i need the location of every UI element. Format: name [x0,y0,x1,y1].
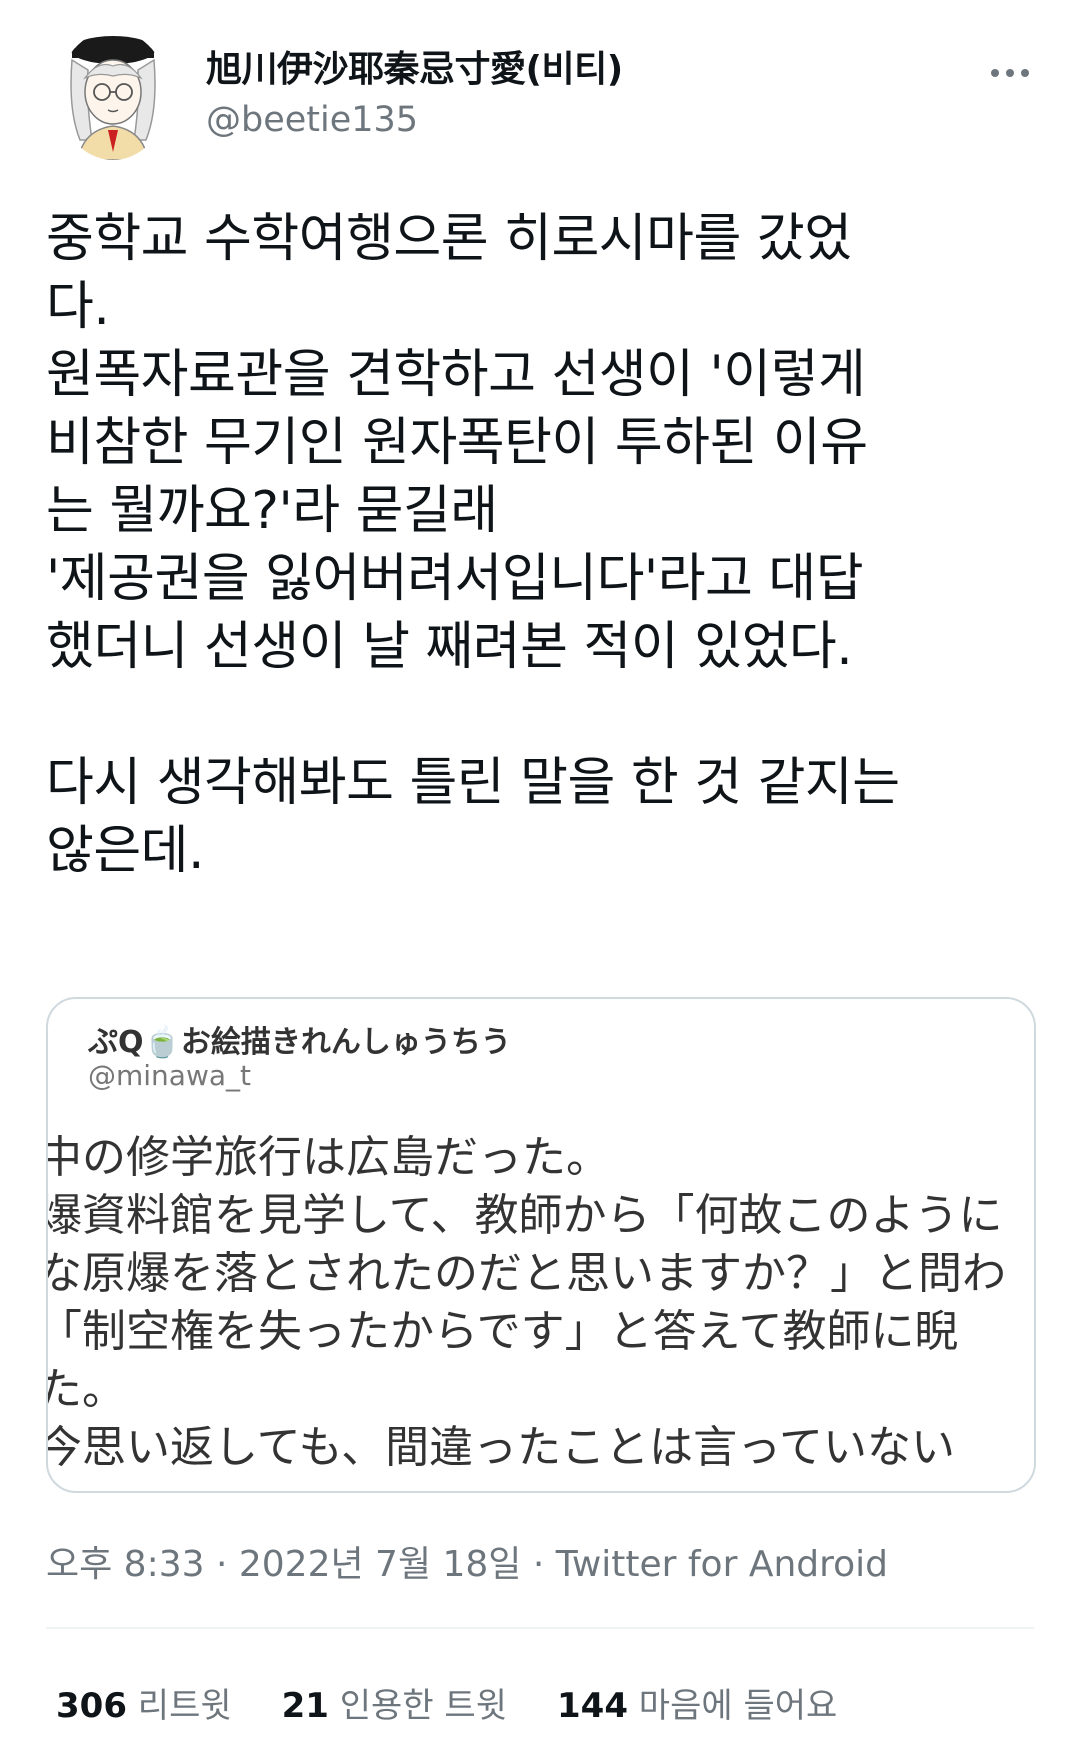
retweet-count-label: 리트윗 [137,1686,232,1726]
quoted-author-name-text: ぷQ🍵お絵描きれんしゅうちう [88,1025,511,1060]
quote-tweet-count[interactable]: 21 인용한 트윗 [282,1678,507,1727]
retweet-count-number: 306 [56,1686,127,1726]
like-count-label: 마음에 들어요 [638,1686,838,1726]
tweet-stats: 306 리트윗 21 인용한 트윗 144 마음에 들어요 [56,1678,837,1727]
tweet-timestamp[interactable]: 오후 8:33 · 2022년 7월 18일 [46,1544,521,1585]
quoted-tweet-text: 中の修学旅行は広島だった。 爆資料館を見学して、教師から「何故このように な原爆… [46,1129,1034,1477]
quote-tweet-count-label: 인용한 트윗 [339,1686,507,1726]
meta-separator: · [521,1544,556,1585]
quoted-author-handle: @minawa_t [88,1059,251,1092]
divider [46,1627,1034,1629]
quoted-line: な原爆を落とされたのだと思いますか？」と問わ [46,1248,1006,1299]
quoted-author-display-name: ぷQ🍵お絵描きれんしゅうちう [88,1017,511,1061]
retweet-count[interactable]: 306 리트윗 [56,1678,232,1727]
tweet-source[interactable]: Twitter for Android [556,1544,888,1585]
quoted-line: 「制空権を失ったからです」と答えて教師に睨 [46,1306,959,1357]
tweet-meta: 오후 8:33 · 2022년 7월 18일 · Twitter for And… [46,1535,888,1587]
author-display-name[interactable]: 旭川伊沙耶秦忌寸愛(비티) [206,40,623,92]
more-options-icon[interactable] [985,58,1035,88]
quote-tweet-count-number: 21 [281,1686,329,1726]
quoted-line: た。 [46,1364,126,1415]
author-handle[interactable]: @beetie135 [206,100,418,140]
quoted-line: 中の修学旅行は広島だった。 [46,1132,610,1183]
quoted-tweet-card[interactable]: ぷQ🍵お絵描きれんしゅうちう @minawa_t 中の修学旅行は広島だった。 爆… [46,997,1036,1493]
quoted-line: 今思い返しても、間違ったことは言っていない [46,1422,955,1473]
tweet-text: 중학교 수학여행으론 히로시마를 갔었 다. 원폭자료관을 견학하고 선생이 '… [46,209,900,881]
quoted-line: 爆資料館を見学して、教師から「何故このように [46,1190,1003,1241]
like-count[interactable]: 144 마음에 들어요 [557,1678,837,1727]
tweet-header: 旭川伊沙耶秦忌寸愛(비티) @beetie135 [0,0,1080,170]
anime-girl-avatar-icon[interactable] [58,30,168,160]
like-count-number: 144 [557,1686,628,1726]
